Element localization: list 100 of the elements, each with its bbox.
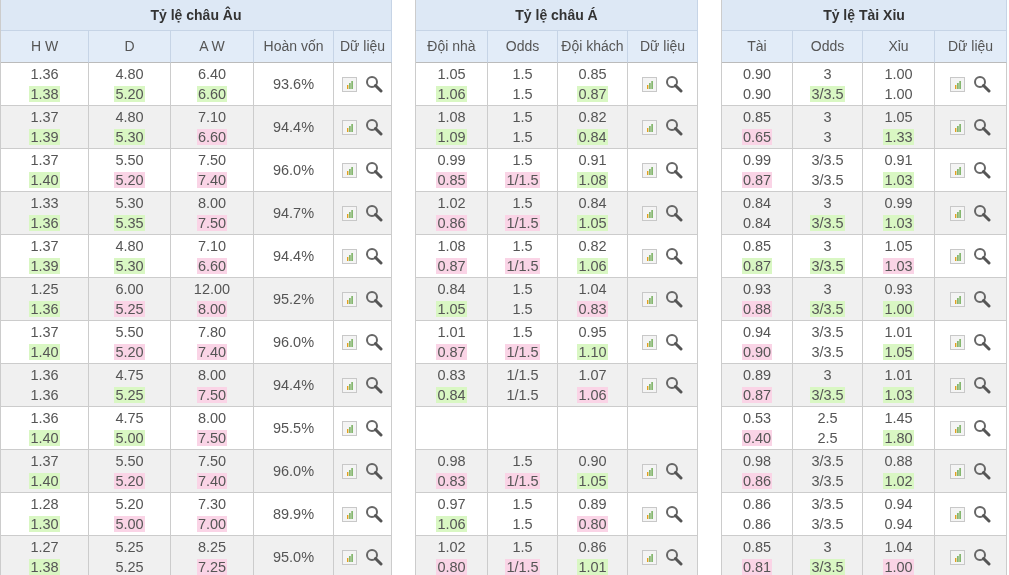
column-header: A W [171,31,254,63]
search-icon[interactable] [973,75,991,93]
search-icon[interactable] [665,462,683,480]
table-cell: 0.86 0.86 [722,493,793,536]
search-icon[interactable] [365,333,383,351]
search-icon[interactable] [973,505,991,523]
table-cell: 0.89 0.80 [558,493,628,536]
column-header: Xỉu [863,31,935,63]
search-icon[interactable] [665,505,683,523]
table-cell: 8.00 7.50 [171,192,254,235]
table-cell: 0.85 0.81 [722,536,793,575]
search-icon[interactable] [365,75,383,93]
table-cell: 0.85 0.65 [722,106,793,149]
table-cell: 0.98 0.83 [416,450,488,493]
table-cell: 1.5 1/1.5 [488,192,558,235]
table-cell: 95.2% [254,278,334,321]
table-title: Tỷ lệ châu Á [416,0,698,31]
table-title: Tỷ lệ châu Âu [1,0,392,31]
table-cell: 0.91 1.08 [558,149,628,192]
search-icon[interactable] [665,204,683,222]
table-cell: 1.36 1.38 [1,63,89,106]
search-icon[interactable] [365,247,383,265]
table-cell: 0.97 1.06 [416,493,488,536]
table-cell: 1.33 1.36 [1,192,89,235]
search-icon[interactable] [365,376,383,394]
table-cell: 7.50 7.40 [171,450,254,493]
search-icon[interactable] [973,118,991,136]
search-icon[interactable] [973,462,991,480]
table-cell: 3 3 [793,106,863,149]
search-icon[interactable] [973,204,991,222]
search-icon[interactable] [365,204,383,222]
table-cell: 1.00 1.00 [863,63,935,106]
column-header: H W [1,31,89,63]
search-icon[interactable] [365,118,383,136]
table-cell: 1.07 1.06 [558,364,628,407]
column-header: Odds [488,31,558,63]
search-icon[interactable] [973,290,991,308]
search-icon[interactable] [365,419,383,437]
table-cell: 0.82 0.84 [558,106,628,149]
table-cell: 4.80 5.20 [89,63,171,106]
table-cell: 0.85 0.87 [558,63,628,106]
table-cell: 7.30 7.00 [171,493,254,536]
search-icon[interactable] [665,161,683,179]
column-header: Dữ liệu [935,31,1007,63]
table-cell: 4.75 5.00 [89,407,171,450]
table-cell: 0.99 1.03 [863,192,935,235]
table-cell: 1.08 1.09 [416,106,488,149]
table-cell: 6.00 5.25 [89,278,171,321]
search-icon[interactable] [665,548,683,566]
table-cell: 0.84 1.05 [558,192,628,235]
table-cell: 0.94 0.90 [722,321,793,364]
column-header: Hoàn vốn [254,31,334,63]
search-icon[interactable] [973,548,991,566]
search-icon[interactable] [665,75,683,93]
table-cell: 95.0% [254,536,334,575]
table-cell: 1.02 0.86 [416,192,488,235]
table-cell: 94.7% [254,192,334,235]
table-cell: 0.95 1.10 [558,321,628,364]
search-icon[interactable] [665,333,683,351]
search-icon[interactable] [365,505,383,523]
table-cell: 0.85 0.87 [722,235,793,278]
search-icon[interactable] [665,247,683,265]
search-icon[interactable] [973,161,991,179]
table-cell: 1.01 1.03 [863,364,935,407]
table-cell: 1.37 1.40 [1,321,89,364]
table-cell: 3 3/3.5 [793,235,863,278]
search-icon[interactable] [665,118,683,136]
search-icon[interactable] [973,333,991,351]
column-header: Odds [793,31,863,63]
table-cell: 1.05 1.03 [863,235,935,278]
table-cell: 0.84 1.05 [416,278,488,321]
table-cell: 94.4% [254,235,334,278]
search-icon[interactable] [665,290,683,308]
table-cell: 1.01 1.05 [863,321,935,364]
table-cell: 1.5 1/1.5 [488,321,558,364]
search-icon[interactable] [365,161,383,179]
search-icon[interactable] [973,419,991,437]
table-cell: 1.5 1/1.5 [488,450,558,493]
table-cell: 0.99 0.87 [722,149,793,192]
table-cell: 1.5 1/1.5 [488,235,558,278]
search-icon[interactable] [665,376,683,394]
search-icon[interactable] [973,376,991,394]
search-icon[interactable] [365,462,383,480]
table-cell: 3/3.5 3/3.5 [793,321,863,364]
table-cell: 4.75 5.25 [89,364,171,407]
table-cell: 4.80 5.30 [89,235,171,278]
table-cell: 1.36 1.40 [1,407,89,450]
table-cell: 3/3.5 3/3.5 [793,450,863,493]
table-cell: 5.50 5.20 [89,321,171,364]
table-cell: 1.08 0.87 [416,235,488,278]
table-cell: 93.6% [254,63,334,106]
table-cell: 8.00 7.50 [171,364,254,407]
search-icon[interactable] [365,548,383,566]
search-icon[interactable] [973,247,991,265]
search-icon[interactable] [365,290,383,308]
table-cell: 96.0% [254,450,334,493]
table-cell: 8.00 7.50 [171,407,254,450]
table-title: Tỷ lệ Tài Xỉu [722,0,1007,31]
column-header: Dữ liệu [628,31,698,63]
table-cell: 3/3.5 3/3.5 [793,149,863,192]
